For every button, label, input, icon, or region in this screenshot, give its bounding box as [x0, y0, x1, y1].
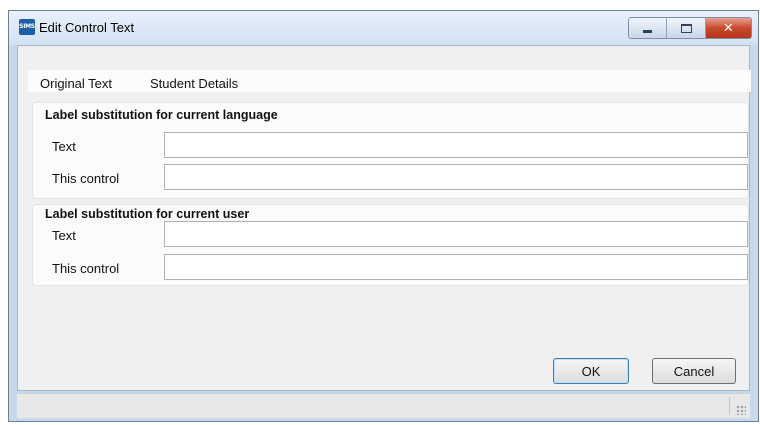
original-text-row [28, 70, 751, 92]
user-text-label: Text [52, 228, 76, 243]
user-control-input[interactable] [164, 254, 748, 280]
sims-app-icon: SIMS [19, 19, 35, 35]
language-control-label: This control [52, 171, 120, 186]
user-text-input[interactable] [164, 221, 748, 247]
minimize-icon [643, 29, 653, 33]
language-group-title: Label substitution for current language [45, 108, 278, 122]
resize-grip-icon[interactable] [736, 405, 746, 415]
close-button[interactable]: ✕ [705, 18, 751, 38]
window-title: Edit Control Text [39, 20, 135, 35]
language-text-label: Text [52, 139, 76, 154]
maximize-button[interactable] [667, 18, 706, 38]
user-substitution-group: Label substitution for current user Text… [32, 204, 749, 286]
maximize-icon [680, 23, 692, 33]
dialog-content: Original Text Student Details Label subs… [17, 45, 751, 391]
language-control-input[interactable] [164, 164, 748, 190]
dialog-window: SIMS Edit Control Text ✕ Original Text S… [8, 10, 759, 422]
user-control-label: This control [52, 261, 120, 276]
original-text-value: Student Details [150, 76, 239, 91]
ok-button[interactable]: OK [553, 358, 629, 384]
cancel-button[interactable]: Cancel [652, 358, 736, 384]
user-group-title: Label substitution for current user [45, 207, 250, 221]
status-separator [729, 397, 730, 415]
status-bar [17, 393, 750, 418]
language-text-input[interactable] [164, 132, 748, 158]
language-substitution-group: Label substitution for current language … [32, 102, 749, 199]
minimize-button[interactable] [629, 18, 668, 38]
title-bar[interactable]: SIMS Edit Control Text ✕ [9, 11, 758, 45]
close-icon: ✕ [722, 20, 734, 36]
window-controls: ✕ [628, 17, 752, 39]
original-text-label: Original Text [40, 76, 113, 91]
